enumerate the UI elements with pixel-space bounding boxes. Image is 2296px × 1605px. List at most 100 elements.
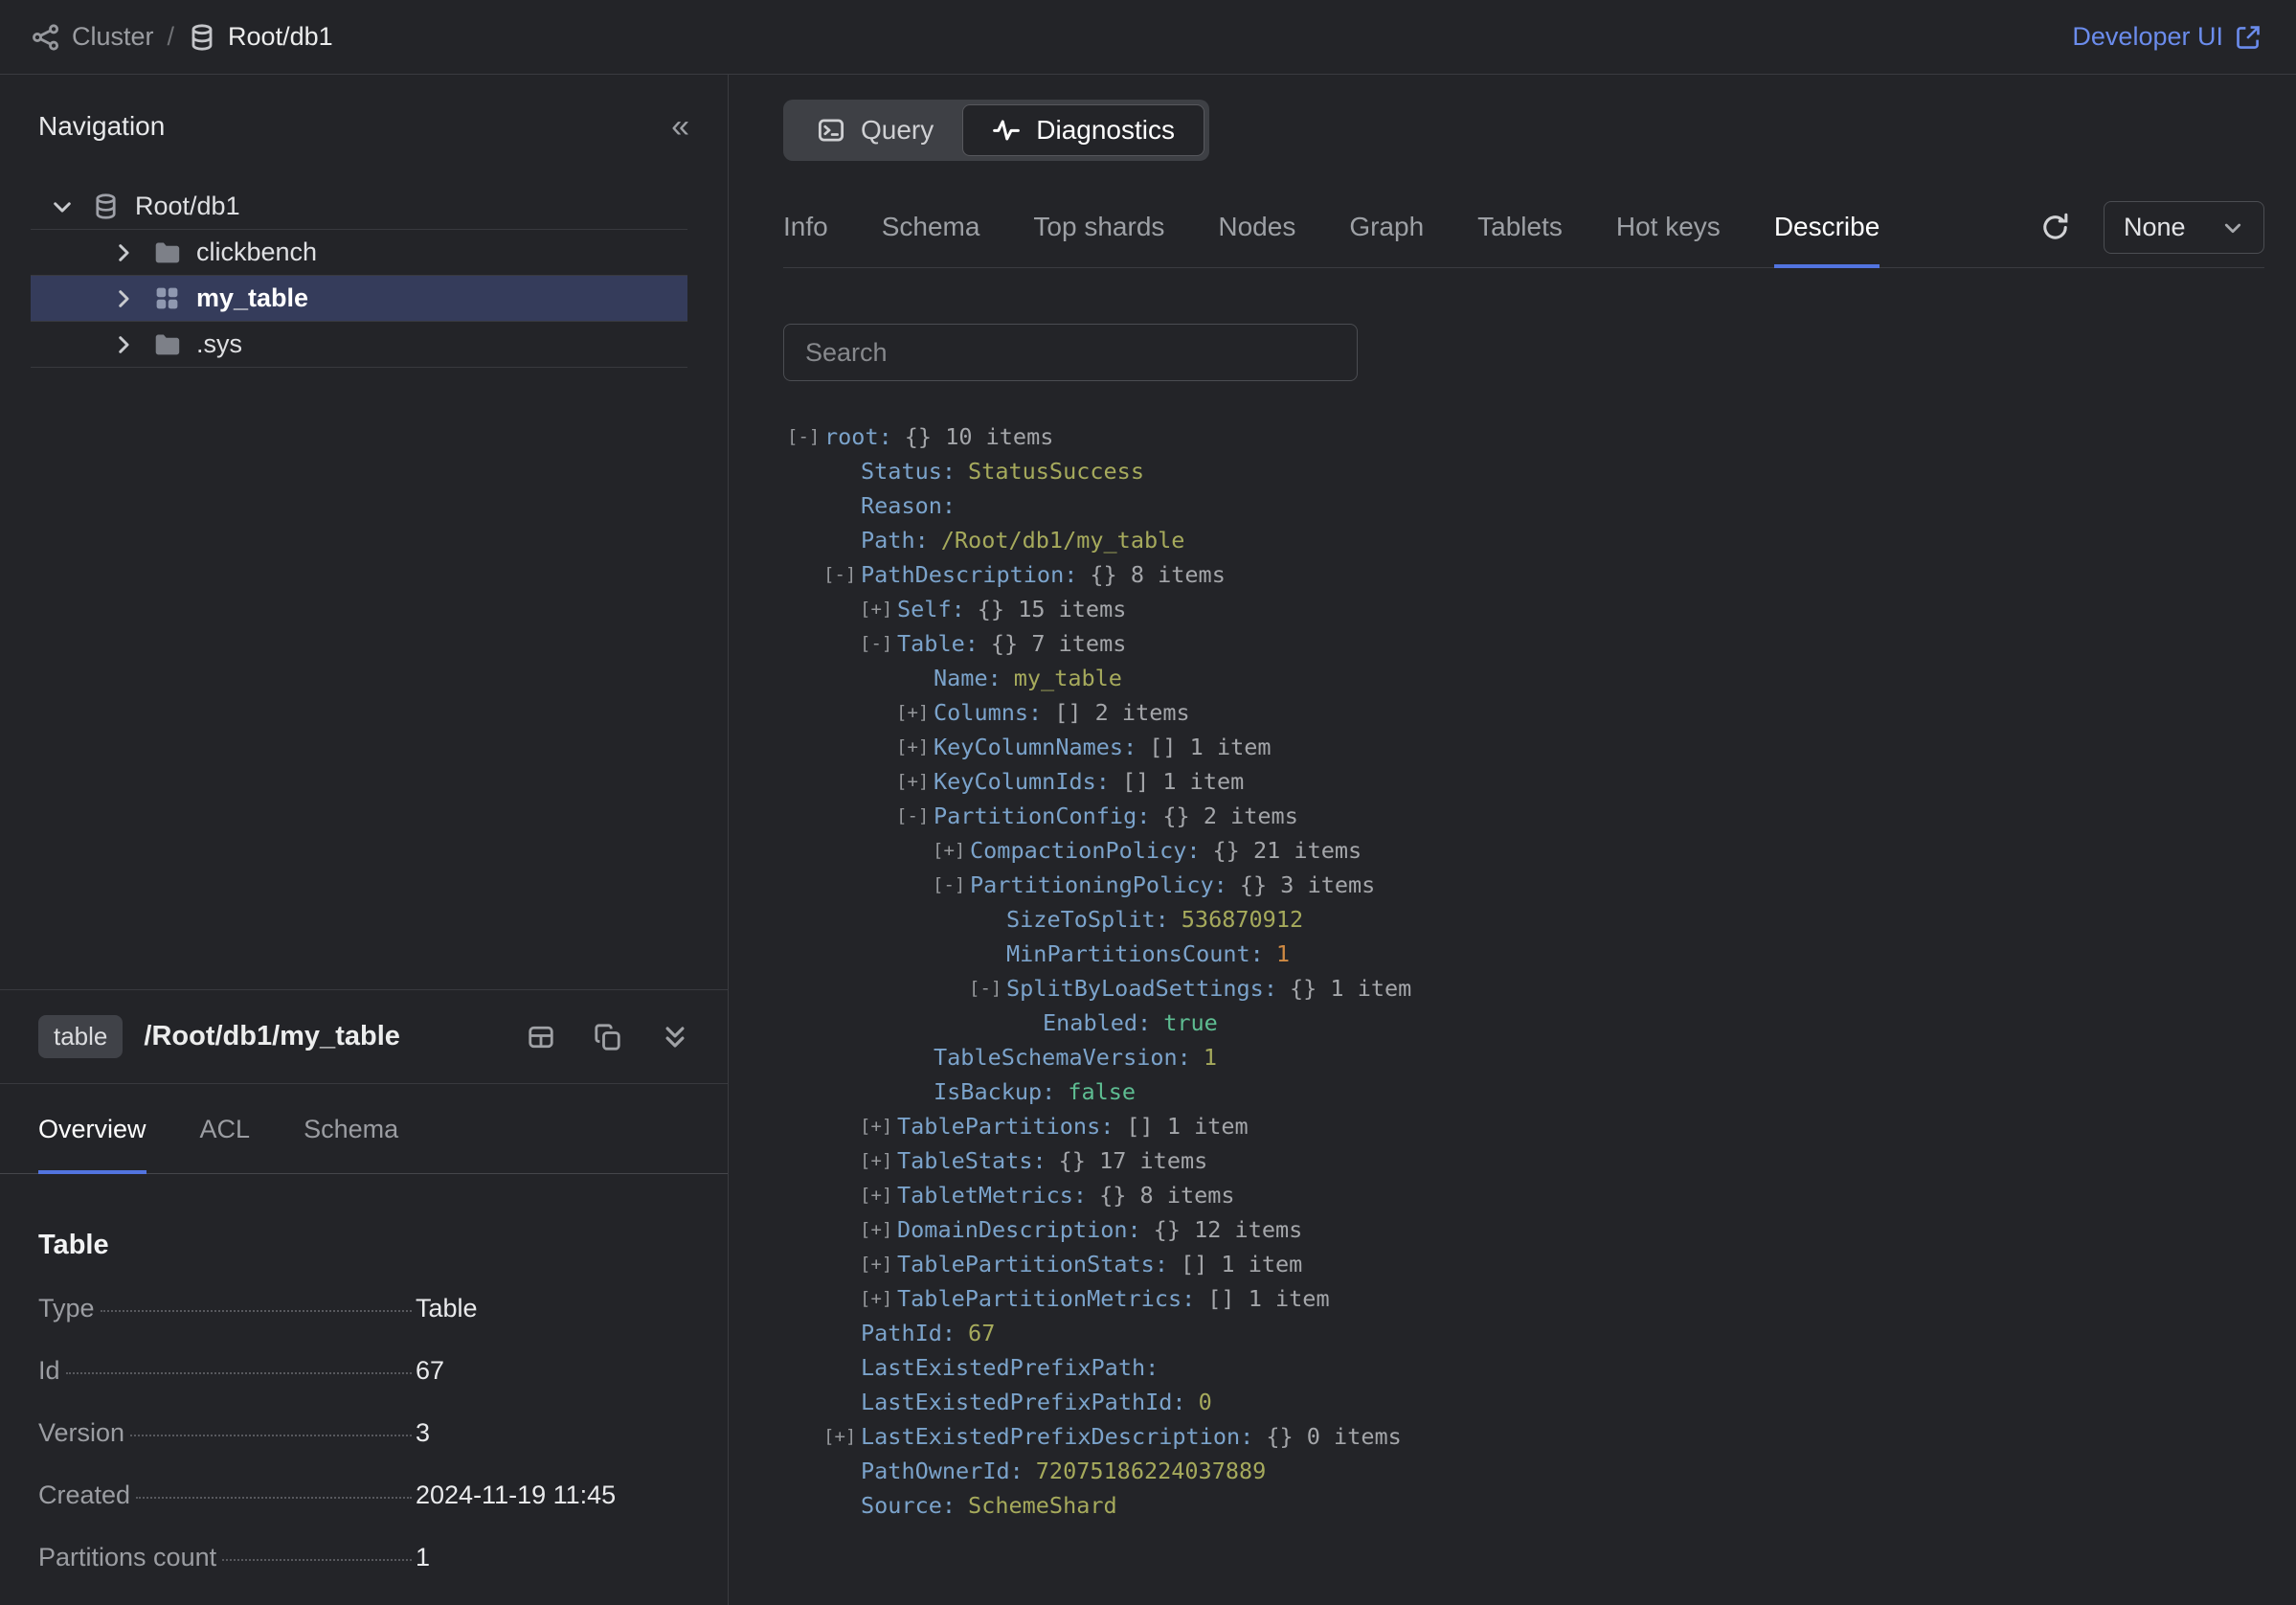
info-label: Partitions count — [38, 1543, 216, 1572]
chevron-down-icon — [2221, 216, 2244, 239]
json-key: TableStats: — [897, 1147, 1047, 1174]
json-value: 1 — [1276, 940, 1290, 967]
copy-icon[interactable] — [594, 1023, 622, 1051]
info-row-id: Id67 — [38, 1356, 689, 1386]
json-key: TablePartitionMetrics: — [897, 1285, 1195, 1312]
info-value: Table — [414, 1294, 478, 1323]
json-key: Status: — [861, 458, 956, 485]
search-input[interactable] — [783, 324, 1358, 381]
object-path: /Root/db1/my_table — [144, 1021, 400, 1052]
json-meta: {} 17 items — [1059, 1147, 1208, 1174]
json-value: SchemeShard — [968, 1492, 1117, 1519]
json-line-pathownerid: PathOwnerId:72075186224037889 — [783, 1454, 2264, 1488]
expand-node-toggle[interactable]: [+] — [860, 1185, 897, 1206]
dotted-leader — [136, 1497, 412, 1499]
expand-node-toggle[interactable]: [+] — [896, 771, 934, 792]
chevron-right-icon[interactable] — [111, 286, 136, 311]
diagnostics-tab-top-shards[interactable]: Top shards — [1033, 202, 1164, 267]
json-key: IsBackup: — [934, 1078, 1055, 1105]
expand-node-toggle[interactable]: [+] — [860, 1288, 897, 1309]
expand-node-toggle[interactable]: [+] — [860, 1150, 897, 1171]
info-label: Created — [38, 1481, 130, 1510]
chevron-right-icon[interactable] — [111, 332, 136, 357]
chevron-down-icon[interactable] — [50, 194, 75, 219]
json-value: false — [1068, 1078, 1136, 1105]
object-tab-acl[interactable]: ACL — [200, 1084, 251, 1173]
terminal-icon — [817, 116, 845, 145]
json-meta: {} 1 item — [1290, 975, 1411, 1002]
collapse-node-toggle[interactable]: [-] — [969, 978, 1006, 999]
breadcrumb: Cluster / Root/db1 — [32, 22, 333, 52]
json-key: SplitByLoadSettings: — [1006, 975, 1277, 1002]
json-meta: {} 10 items — [905, 423, 1054, 450]
json-value: 67 — [968, 1320, 995, 1346]
json-line-self: [+]Self: {} 15 items — [783, 592, 2264, 626]
json-key: Name: — [934, 665, 1002, 691]
developer-ui-link[interactable]: Developer UI — [2072, 22, 2262, 52]
view-switcher-diagnostics[interactable]: Diagnostics — [962, 104, 1204, 156]
expand-node-toggle[interactable]: [+] — [933, 840, 970, 861]
json-value: my_table — [1014, 665, 1122, 691]
refresh-icon[interactable] — [2039, 212, 2071, 243]
breadcrumb-database[interactable]: Root/db1 — [188, 22, 333, 52]
expand-node-toggle[interactable]: [+] — [860, 599, 897, 620]
json-line-keycolumnids: [+]KeyColumnIds:[] 1 item — [783, 764, 2264, 799]
json-line-partitioningpolicy: [-]PartitioningPolicy:{} 3 items — [783, 868, 2264, 902]
view-switcher-query[interactable]: Query — [788, 104, 962, 156]
autorefresh-select[interactable]: None — [2104, 201, 2264, 254]
diagnostics-tab-nodes[interactable]: Nodes — [1218, 202, 1295, 267]
diagnostics-tab-hot-keys[interactable]: Hot keys — [1616, 202, 1721, 267]
object-tab-overview[interactable]: Overview — [38, 1084, 146, 1173]
collapse-node-toggle[interactable]: [-] — [823, 564, 861, 585]
json-value: StatusSuccess — [968, 458, 1144, 485]
expand-node-toggle[interactable]: [+] — [896, 702, 934, 723]
json-line-lastexistedprefixpath: LastExistedPrefixPath: — [783, 1350, 2264, 1385]
nav-tree-item-my-table[interactable]: my_table — [31, 276, 687, 322]
info-value: 2024-11-19 11:45 — [414, 1481, 616, 1510]
json-key: SizeToSplit: — [1006, 906, 1169, 933]
json-meta: {} 15 items — [978, 596, 1127, 622]
collapse-node-toggle[interactable]: [-] — [896, 805, 934, 826]
collapse-node-toggle[interactable]: [-] — [933, 874, 970, 895]
json-line-enabled: Enabled:true — [783, 1006, 2264, 1040]
folder-icon — [153, 238, 181, 266]
breadcrumb-separator: / — [168, 22, 175, 52]
breadcrumb-cluster[interactable]: Cluster — [32, 22, 154, 52]
preview-table-icon[interactable] — [527, 1023, 555, 1051]
json-key: MinPartitionsCount: — [1006, 940, 1264, 967]
json-line-lastexistedprefixpathid: LastExistedPrefixPathId:0 — [783, 1385, 2264, 1419]
expand-node-toggle[interactable]: [+] — [860, 1254, 897, 1275]
json-line-path: Path:/Root/db1/my_table — [783, 523, 2264, 557]
json-key: PartitioningPolicy: — [970, 871, 1227, 898]
collapse-panel-button[interactable]: « — [671, 117, 689, 136]
collapse-node-toggle[interactable]: [-] — [787, 426, 824, 447]
diagnostics-tab-describe[interactable]: Describe — [1774, 202, 1880, 267]
diagnostics-tab-tablets[interactable]: Tablets — [1477, 202, 1563, 267]
expand-node-toggle[interactable]: [+] — [823, 1426, 861, 1447]
nav-tree-item-root-db1[interactable]: Root/db1 — [31, 184, 687, 230]
nav-tree-item-sys[interactable]: .sys — [31, 322, 687, 368]
object-tab-schema[interactable]: Schema — [304, 1084, 398, 1173]
info-row-partitions-count: Partitions count1 — [38, 1543, 689, 1572]
nav-tree-item-clickbench[interactable]: clickbench — [31, 230, 687, 276]
json-meta: {} 8 items — [1099, 1182, 1234, 1209]
expand-node-toggle[interactable]: [+] — [896, 736, 934, 757]
table-icon — [153, 284, 181, 312]
object-tabs: Overview ACL Schema — [0, 1084, 728, 1174]
diagnostics-tab-schema[interactable]: Schema — [882, 202, 980, 267]
expand-node-toggle[interactable]: [+] — [860, 1116, 897, 1137]
collapse-node-toggle[interactable]: [-] — [860, 633, 897, 654]
json-line-partitionconfig: [-]PartitionConfig:{} 2 items — [783, 799, 2264, 833]
json-line-tabletmetrics: [+]TabletMetrics:{} 8 items — [783, 1178, 2264, 1212]
json-value: true — [1163, 1009, 1218, 1036]
chevron-right-icon[interactable] — [111, 240, 136, 265]
json-line-source: Source:SchemeShard — [783, 1488, 2264, 1523]
database-icon — [92, 192, 120, 220]
view-switcher: QueryDiagnostics — [783, 100, 1209, 161]
diagnostics-tab-graph[interactable]: Graph — [1349, 202, 1424, 267]
json-key: Self: — [897, 596, 965, 622]
expand-node-toggle[interactable]: [+] — [860, 1219, 897, 1240]
diagnostics-tab-info[interactable]: Info — [783, 202, 828, 267]
double-chevron-down-icon[interactable] — [661, 1023, 689, 1051]
json-line-splitbyloadsettings: [-]SplitByLoadSettings: {} 1 item — [783, 971, 2264, 1006]
